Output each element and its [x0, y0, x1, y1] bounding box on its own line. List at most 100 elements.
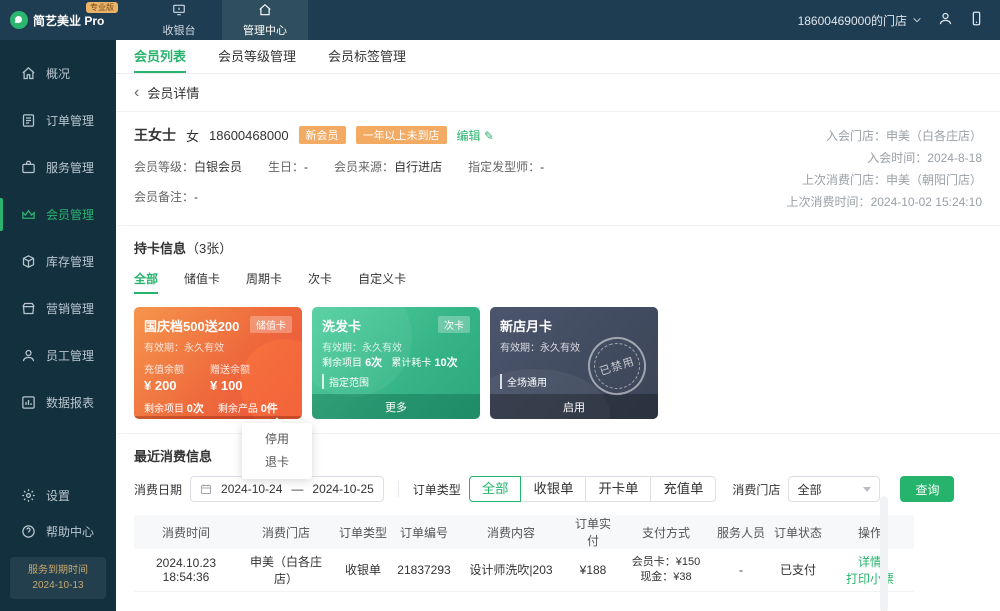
store-filter-label: 消费门店: [732, 481, 780, 498]
card-monthly-disabled: 新店月卡 有效期：永久有效 已禁用 全场通用 启用: [490, 307, 658, 419]
order-type-recharge[interactable]: 充值单: [650, 476, 716, 502]
card-times: 洗发卡 次卡 有效期：永久有效 剩余项目 6次 累计耗卡 10次 指定范围: [312, 307, 480, 419]
card-tab-all[interactable]: 全部: [134, 270, 158, 294]
field-value: -: [540, 160, 544, 174]
table-row: 2024.10.23 18:54:36 申美（白各庄店） 收银单 2183729…: [134, 549, 914, 591]
tab-member-level[interactable]: 会员等级管理: [218, 40, 296, 73]
sidebar-item-help[interactable]: 帮助中心: [0, 513, 116, 549]
back-button[interactable]: ‹: [134, 85, 139, 101]
cards-panel: 持卡信息（3张） 全部 储值卡 周期卡 次卡 自定义卡 国庆档500送200 储…: [116, 226, 1000, 434]
card-tab-custom[interactable]: 自定义卡: [358, 270, 406, 294]
tab-member-tag[interactable]: 会员标签管理: [328, 40, 406, 73]
member-remark-field: 会员备注：-: [134, 188, 722, 205]
sidebar-item-staff[interactable]: 员工管理: [0, 332, 116, 379]
calendar-icon: [200, 483, 212, 495]
gift-balance: 赠送余额 ¥ 100: [210, 361, 250, 393]
recharge-button[interactable]: 充值: [134, 416, 218, 419]
orders-table: 消费时间 消费门店 订单类型 订单编号 消费内容 订单实付 支付方式 服务人员 …: [134, 515, 914, 592]
sidebar-item-overview[interactable]: 概况: [0, 50, 116, 97]
card-tab-times[interactable]: 次卡: [308, 270, 332, 294]
menu-item-refund-card[interactable]: 退卡: [242, 451, 312, 474]
chevron-down-icon: [912, 15, 922, 25]
enable-button[interactable]: 启用: [490, 394, 658, 419]
store-selector-label: 18600469000的门店: [798, 12, 907, 29]
mobile-icon[interactable]: [969, 11, 984, 29]
card-tab-period[interactable]: 周期卡: [246, 270, 282, 294]
consumption-filters: 消费日期 2024-10-24 — 2024-10-25 订单类型 全部 收银单…: [134, 476, 982, 502]
date-from: 2024-10-24: [221, 482, 282, 496]
sidebar-item-orders[interactable]: 订单管理: [0, 97, 116, 144]
sidebar-item-label: 会员管理: [46, 206, 94, 223]
more-button[interactable]: 更多: [219, 416, 303, 419]
edit-label: 编辑: [457, 129, 481, 143]
order-type-all[interactable]: 全部: [469, 476, 522, 502]
sidebar-item-label: 营销管理: [46, 300, 94, 317]
sidebar-item-services[interactable]: 服务管理: [0, 144, 116, 191]
tab-member-list[interactable]: 会员列表: [134, 40, 186, 73]
store-selector[interactable]: 18600469000的门店: [798, 12, 922, 29]
sidebar-item-marketing[interactable]: 营销管理: [0, 285, 116, 332]
col-paid: 订单实付: [566, 515, 620, 549]
edit-member-button[interactable]: 编辑 ✎: [457, 127, 494, 144]
sidebar-item-inventory[interactable]: 库存管理: [0, 238, 116, 285]
member-birthday-field: 生日：-: [268, 158, 308, 175]
card-tab-stored[interactable]: 储值卡: [184, 270, 220, 294]
date-to: 2024-10-25: [312, 482, 373, 496]
date-range-picker[interactable]: 2024-10-24 — 2024-10-25: [190, 476, 384, 502]
tab-admin-center[interactable]: 管理中心: [222, 0, 308, 40]
sidebar-item-label: 设置: [46, 487, 70, 504]
inventory-icon: [21, 254, 36, 269]
remaining-items: 剩余项目 0次: [144, 400, 204, 416]
member-badge-inactive: 一年以上未到店: [356, 126, 447, 144]
topbar-right: 18600469000的门店: [798, 0, 1000, 40]
col-operation: 操作: [826, 515, 914, 549]
card-scope: 指定范围: [322, 374, 470, 389]
store-select[interactable]: 全部: [788, 476, 880, 502]
cell-content: 设计师洗吹|203: [456, 549, 566, 591]
menu-item-deactivate[interactable]: 停用: [242, 428, 312, 451]
field-value: -: [194, 190, 198, 204]
order-type-open-card[interactable]: 开卡单: [585, 476, 651, 502]
member-page-tabs: 会员列表 会员等级管理 会员标签管理: [116, 40, 1000, 74]
pro-version-badge: 专业版: [86, 2, 118, 13]
more-button[interactable]: 更多: [312, 394, 480, 419]
breadcrumb: ‹ 会员详情: [116, 74, 1000, 112]
join-store: 入会门店：申美（白各庄店）: [722, 125, 982, 147]
col-order-no: 订单编号: [392, 515, 456, 549]
cell-pay-method: 会员卡：¥150 现金：¥38: [620, 549, 712, 591]
field-label: 会员备注：: [134, 190, 194, 204]
top-nav: 收银台 管理中心: [136, 0, 308, 40]
cashier-icon: [172, 3, 186, 20]
card-validity: 有效期：永久有效: [322, 339, 470, 354]
sidebar: 概况 订单管理 服务管理 会员管理 库存管理 营销管理: [0, 40, 116, 611]
tab-cashier-label: 收银台: [163, 22, 196, 38]
field-value: 白银会员: [194, 160, 242, 174]
search-button[interactable]: 查询: [900, 476, 954, 502]
member-stylist-field: 指定发型师：-: [468, 158, 544, 175]
tab-cashier[interactable]: 收银台: [136, 0, 222, 40]
col-time: 消费时间: [134, 515, 238, 549]
staff-icon: [21, 348, 36, 363]
sidebar-footer: 设置 帮助中心 服务到期时间 2024-10-13: [0, 477, 116, 611]
sidebar-item-settings[interactable]: 设置: [0, 477, 116, 513]
col-content: 消费内容: [456, 515, 566, 549]
table-pager: ‹ ›: [134, 602, 982, 611]
service-expiry-label: 服务到期时间: [14, 563, 102, 578]
help-icon: [21, 524, 36, 539]
store-select-value: 全部: [797, 481, 821, 498]
member-info-panel: 王女士 女 18600468000 新会员 一年以上未到店 编辑 ✎ 会员等级：…: [116, 112, 1000, 226]
scroll-left-arrow[interactable]: ‹: [136, 606, 141, 611]
sidebar-item-reports[interactable]: 数据报表: [0, 379, 116, 426]
card-type-tabs: 全部 储值卡 周期卡 次卡 自定义卡: [134, 270, 982, 294]
date-filter-label: 消费日期: [134, 481, 182, 498]
detail-link[interactable]: 详情: [858, 555, 882, 569]
order-type-cashier[interactable]: 收银单: [520, 476, 586, 502]
sidebar-item-members[interactable]: 会员管理: [0, 191, 116, 238]
tab-admin-center-label: 管理中心: [243, 22, 287, 38]
col-staff: 服务人员: [712, 515, 770, 549]
account-icon[interactable]: [938, 11, 953, 29]
more-dropdown-menu: 停用 退卡: [242, 423, 312, 479]
card-counts: 剩余项目 6次 累计耗卡 10次: [322, 354, 470, 370]
table-scrollbar[interactable]: [880, 496, 888, 611]
service-icon: [21, 160, 36, 175]
